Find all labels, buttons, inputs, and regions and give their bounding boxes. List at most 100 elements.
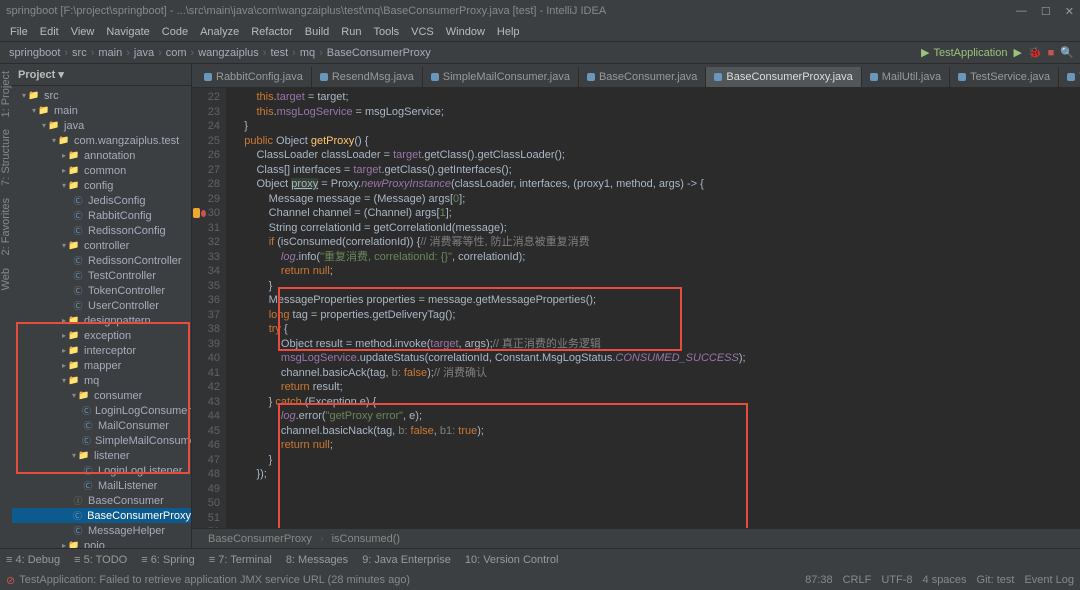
code-lines[interactable]: this.target = target; this.msgLogService… [226, 88, 1080, 528]
menu-file[interactable]: File [4, 26, 34, 38]
debug-icon[interactable]: 🐞 [1028, 46, 1042, 59]
menu-vcs[interactable]: VCS [405, 26, 440, 38]
window-controls: — ☐ ✕ [1016, 5, 1074, 18]
tree-controller[interactable]: 📁controller [12, 238, 191, 253]
encoding[interactable]: UTF-8 [881, 574, 912, 586]
tree-interceptor[interactable]: 📁interceptor [12, 343, 191, 358]
tab-TestServiceImpl.java[interactable]: TestServiceImpl.java [1059, 67, 1080, 87]
tree-config[interactable]: 📁config [12, 178, 191, 193]
tree-BaseConsumer[interactable]: ⒾBaseConsumer [12, 493, 191, 508]
indent[interactable]: 4 spaces [923, 574, 967, 586]
tree-BaseConsumerProxy[interactable]: ⒸBaseConsumerProxy [12, 508, 191, 523]
bottom-tool-java enterprise[interactable]: 9: Java Enterprise [362, 554, 451, 566]
tree-common[interactable]: 📁common [12, 163, 191, 178]
editor-breadcrumb[interactable]: BaseConsumerProxy›isConsumed() [192, 528, 1080, 548]
git-branch[interactable]: Git: test [977, 574, 1015, 586]
crumb[interactable]: main [95, 47, 125, 59]
tree-listener[interactable]: 📁listener [12, 448, 191, 463]
tab-MailUtil.java[interactable]: MailUtil.java [862, 67, 950, 87]
tree-pojo[interactable]: 📁pojo [12, 538, 191, 548]
tree-mq[interactable]: 📁mq [12, 373, 191, 388]
stop-icon[interactable]: ■ [1048, 47, 1055, 59]
menu-view[interactable]: View [65, 26, 101, 38]
tree-MailListener[interactable]: ⒸMailListener [12, 478, 191, 493]
menu-navigate[interactable]: Navigate [100, 26, 155, 38]
tree-TestController[interactable]: ⒸTestController [12, 268, 191, 283]
tree-JedisConfig[interactable]: ⒸJedisConfig [12, 193, 191, 208]
cursor-pos: 87:38 [805, 574, 833, 586]
run-icon[interactable]: ▶ [1013, 46, 1021, 59]
menu-edit[interactable]: Edit [34, 26, 65, 38]
tree-RabbitConfig[interactable]: ⒸRabbitConfig [12, 208, 191, 223]
title-text: springboot [F:\project\springboot] - ...… [6, 5, 606, 17]
editor-crumb[interactable]: BaseConsumerProxy [200, 533, 320, 545]
crumb[interactable]: src [69, 47, 90, 59]
tab-TestService.java[interactable]: TestService.java [950, 67, 1059, 87]
search-icon[interactable]: 🔍 [1060, 46, 1074, 59]
project-header[interactable]: Project ▾ [12, 64, 191, 86]
line-ending[interactable]: CRLF [843, 574, 872, 586]
run-config[interactable]: ▶ TestApplication [921, 46, 1007, 59]
maximize-icon[interactable]: ☐ [1041, 5, 1051, 18]
bulb-icon[interactable] [193, 208, 200, 218]
menubar: FileEditViewNavigateCodeAnalyzeRefactorB… [0, 22, 1080, 42]
event-log[interactable]: Event Log [1024, 574, 1074, 586]
tree-MailConsumer[interactable]: ⒸMailConsumer [12, 418, 191, 433]
crumb[interactable]: com [163, 47, 190, 59]
tree-exception[interactable]: 📁exception [12, 328, 191, 343]
editor-crumb[interactable]: isConsumed() [324, 533, 408, 545]
menu-help[interactable]: Help [491, 26, 526, 38]
menu-build[interactable]: Build [299, 26, 335, 38]
tab-ResendMsg.java[interactable]: ResendMsg.java [312, 67, 423, 87]
bottom-tool-spring[interactable]: ≡ 6: Spring [141, 554, 195, 566]
crumb[interactable]: mq [297, 47, 318, 59]
tab-BaseConsumer.java[interactable]: BaseConsumer.java [579, 67, 706, 87]
breakpoint-icon[interactable] [201, 210, 206, 217]
left-tool[interactable]: 2: Favorites [0, 195, 12, 258]
tree-main[interactable]: 📁main [12, 103, 191, 118]
tree-com.wangzaiplus.test[interactable]: 📁com.wangzaiplus.test [12, 133, 191, 148]
tree-TokenController[interactable]: ⒸTokenController [12, 283, 191, 298]
tree-RedissonConfig[interactable]: ⒸRedissonConfig [12, 223, 191, 238]
warning-icon: ⊘ [6, 574, 15, 587]
menu-refactor[interactable]: Refactor [245, 26, 299, 38]
tab-RabbitConfig.java[interactable]: RabbitConfig.java [196, 67, 312, 87]
bottom-tool-version control[interactable]: 10: Version Control [465, 554, 559, 566]
tree-MessageHelper[interactable]: ⒸMessageHelper [12, 523, 191, 538]
crumb[interactable]: test [267, 47, 291, 59]
tree-LoginLogListener[interactable]: ⒸLoginLogListener [12, 463, 191, 478]
tree-mapper[interactable]: 📁mapper [12, 358, 191, 373]
tree-LoginLogConsumer[interactable]: ⒸLoginLogConsumer [12, 403, 191, 418]
left-tool[interactable]: Web [0, 265, 12, 293]
tree-designpattern[interactable]: 📁designpattern [12, 313, 191, 328]
status-message: TestApplication: Failed to retrieve appl… [19, 574, 410, 586]
tab-BaseConsumerProxy.java[interactable]: BaseConsumerProxy.java [706, 67, 861, 87]
close-icon[interactable]: ✕ [1065, 5, 1074, 18]
crumb[interactable]: springboot [6, 47, 63, 59]
bottom-tool-terminal[interactable]: ≡ 7: Terminal [209, 554, 272, 566]
menu-window[interactable]: Window [440, 26, 491, 38]
tree-java[interactable]: 📁java [12, 118, 191, 133]
code-area[interactable]: 2223242526272829303132333435363738394041… [192, 88, 1080, 528]
minimize-icon[interactable]: — [1016, 5, 1027, 18]
menu-analyze[interactable]: Analyze [194, 26, 245, 38]
menu-run[interactable]: Run [335, 26, 367, 38]
left-tool[interactable]: 7: Structure [0, 126, 12, 189]
project-tree[interactable]: 📁src📁main📁java📁com.wangzaiplus.test📁anno… [12, 86, 191, 548]
bottom-tool-todo[interactable]: ≡ 5: TODO [74, 554, 127, 566]
tree-src[interactable]: 📁src [12, 88, 191, 103]
bottom-tool-debug[interactable]: ≡ 4: Debug [6, 554, 60, 566]
crumb[interactable]: java [131, 47, 157, 59]
tree-annotation[interactable]: 📁annotation [12, 148, 191, 163]
crumb[interactable]: BaseConsumerProxy [324, 47, 434, 59]
menu-tools[interactable]: Tools [367, 26, 405, 38]
tree-consumer[interactable]: 📁consumer [12, 388, 191, 403]
tree-UserController[interactable]: ⒸUserController [12, 298, 191, 313]
bottom-tool-messages[interactable]: 8: Messages [286, 554, 348, 566]
menu-code[interactable]: Code [156, 26, 194, 38]
tree-SimpleMailConsumer[interactable]: ⒸSimpleMailConsumer [12, 433, 191, 448]
crumb[interactable]: wangzaiplus [195, 47, 262, 59]
tree-RedissonController[interactable]: ⒸRedissonController [12, 253, 191, 268]
tab-SimpleMailConsumer.java[interactable]: SimpleMailConsumer.java [423, 67, 579, 87]
left-tool[interactable]: 1: Project [0, 68, 12, 120]
